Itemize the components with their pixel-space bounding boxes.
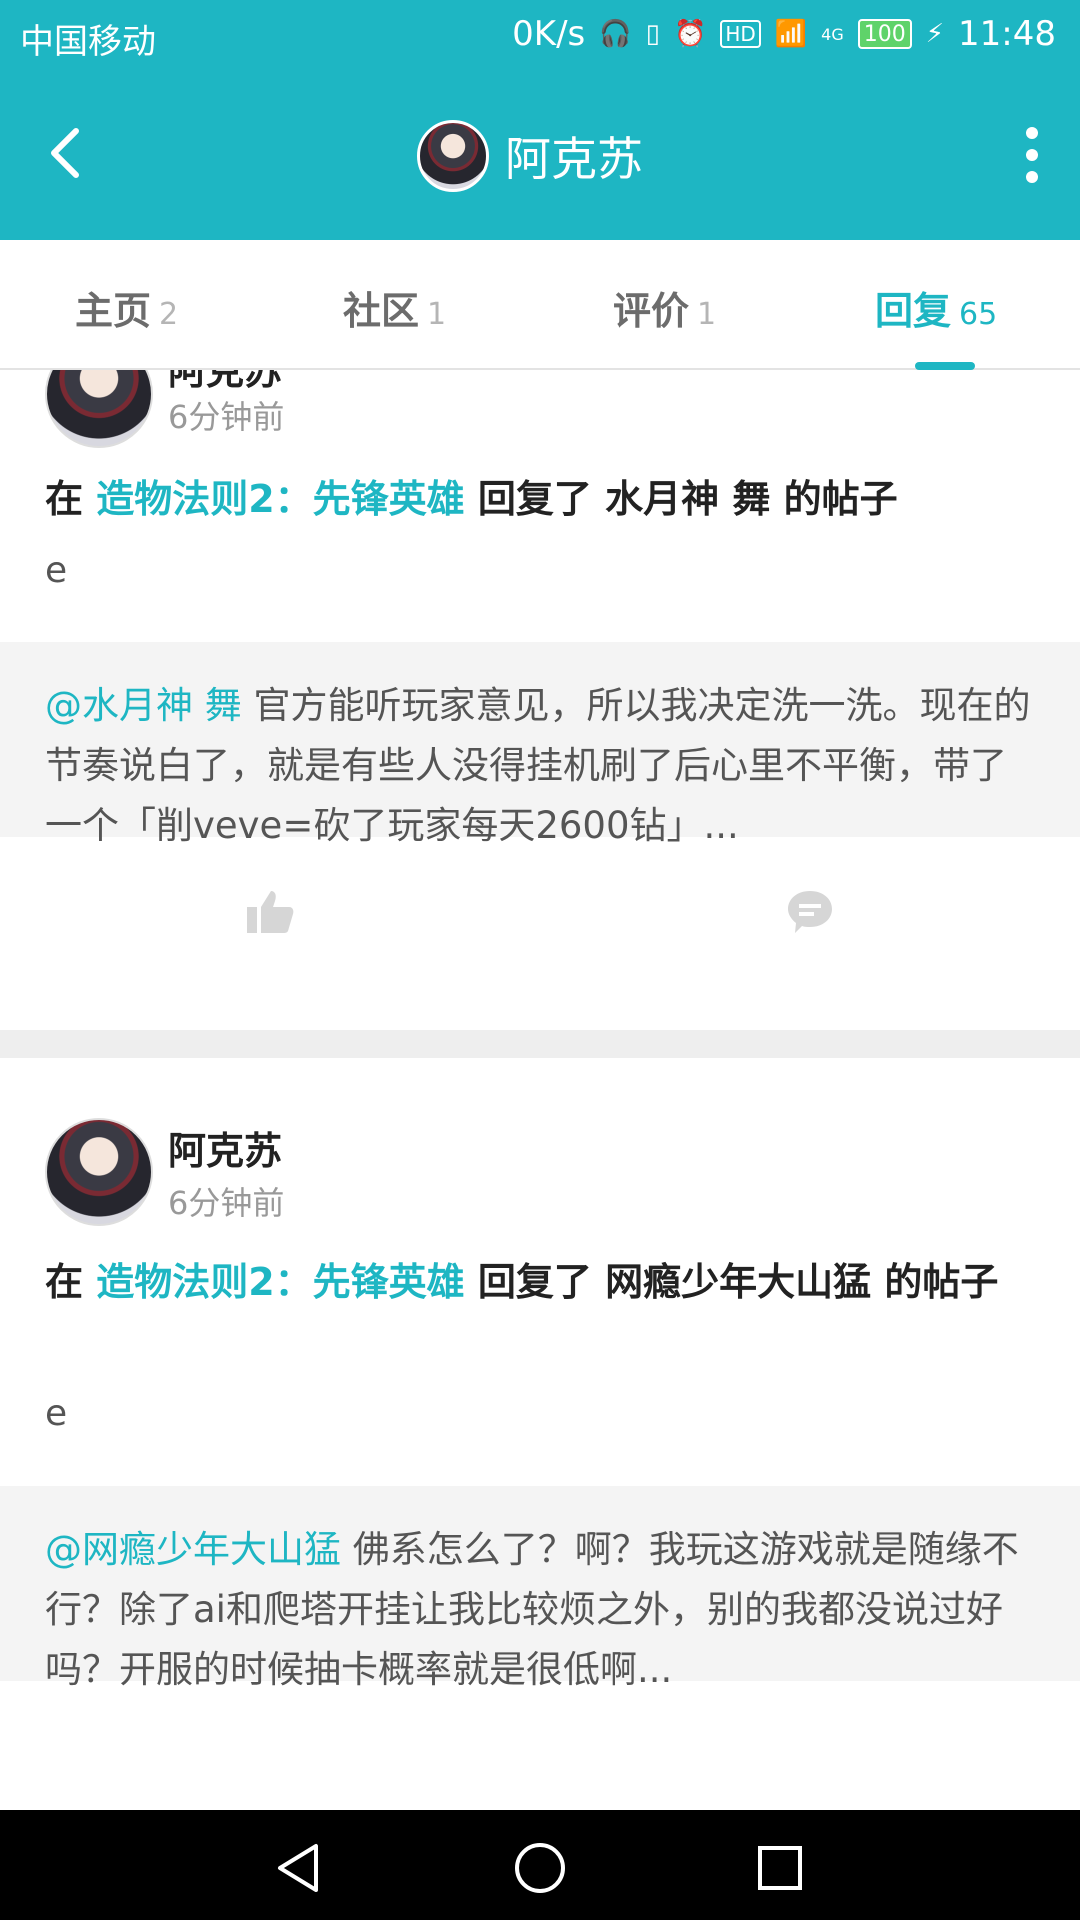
timestamp: 6分钟前 <box>168 398 285 436</box>
username[interactable]: 阿克苏 <box>168 1120 282 1175</box>
reply-feed[interactable]: 阿克苏 6分钟前 在 造物法则2：先锋英雄 回复了 水月神 舞 的帖子 e @水… <box>0 370 1080 1810</box>
reply-summary: 在 造物法则2：先锋英雄 回复了 网瘾少年大山猛 的帖子 <box>45 1253 1035 1311</box>
card-divider <box>0 1030 1080 1058</box>
summary-prefix: 在 <box>45 477 97 521</box>
nav-back-icon[interactable] <box>272 1840 328 1896</box>
mention-link[interactable]: @网瘾少年大山猛 <box>45 1528 341 1571</box>
summary-action: 回复了 网瘾少年大山猛 的帖子 <box>464 1260 999 1304</box>
more-vertical-icon[interactable] <box>1022 127 1042 183</box>
wifi-icon: 📶 <box>774 19 808 49</box>
tab-replies[interactable]: 回复 65 <box>875 280 997 335</box>
network-type: 4G <box>821 24 844 44</box>
tab-bar: 主页 2 社区 1 评价 1 回复 65 <box>0 240 1080 370</box>
status-icons: 0K/s 🎧 ▯ ⏰ HD 📶 4G 100 ⚡ 11:48 <box>512 14 1056 54</box>
quoted-post[interactable]: @水月神 舞 官方能听玩家意见，所以我决定洗一洗。现在的节奏说白了，就是有些人没… <box>0 642 1080 847</box>
reply-content: e <box>45 550 68 591</box>
game-link[interactable]: 造物法则2：先锋英雄 <box>96 1260 464 1304</box>
tab-reviews[interactable]: 评价 1 <box>613 280 716 335</box>
clock: 11:48 <box>958 14 1056 54</box>
reply-card[interactable]: 阿克苏 6分钟前 在 造物法则2：先锋英雄 回复了 水月神 舞 的帖子 e @水… <box>0 370 1080 1030</box>
nav-home-icon[interactable] <box>512 1840 568 1896</box>
avatar[interactable] <box>45 1118 153 1226</box>
nav-recents-icon[interactable] <box>752 1840 808 1896</box>
quoted-text: @水月神 舞 官方能听玩家意见，所以我决定洗一洗。现在的节奏说白了，就是有些人没… <box>45 676 1035 856</box>
profile-header[interactable]: 阿克苏 <box>417 120 643 192</box>
status-bar: 中国移动 0K/s 🎧 ▯ ⏰ HD 📶 4G 100 ⚡ 11:48 <box>0 0 1080 75</box>
game-link[interactable]: 造物法则2：先锋英雄 <box>96 477 464 521</box>
back-arrow-icon[interactable] <box>40 123 90 183</box>
comment-icon[interactable] <box>785 887 835 937</box>
summary-action: 回复了 水月神 舞 的帖子 <box>464 477 898 521</box>
quoted-post[interactable]: @网瘾少年大山猛 佛系怎么了？啊？我玩这游戏就是随缘不行？除了ai和爬塔开挂让我… <box>0 1486 1080 1691</box>
reply-card[interactable]: 阿克苏 6分钟前 在 造物法则2：先锋英雄 回复了 网瘾少年大山猛 的帖子 e … <box>0 1058 1080 1810</box>
battery-icon: 100 <box>857 19 912 49</box>
hd-icon: HD <box>720 20 761 48</box>
net-speed: 0K/s <box>512 14 586 54</box>
tab-count: 1 <box>427 297 447 332</box>
carrier-label: 中国移动 <box>20 22 156 62</box>
quoted-text: @网瘾少年大山猛 佛系怎么了？啊？我玩这游戏就是随缘不行？除了ai和爬塔开挂让我… <box>45 1520 1035 1700</box>
app-bar: 阿克苏 <box>0 75 1080 240</box>
card-actions <box>0 837 1080 987</box>
tab-label: 评价 <box>613 289 690 333</box>
avatar[interactable] <box>45 370 153 448</box>
vibrate-icon: ▯ <box>645 19 660 49</box>
headphones-icon: 🎧 <box>599 19 632 49</box>
page-title: 阿克苏 <box>505 132 643 186</box>
tab-count: 2 <box>159 297 179 332</box>
system-nav-bar <box>0 1810 1080 1920</box>
alarm-icon: ⏰ <box>673 19 707 49</box>
tab-label: 社区 <box>343 289 420 333</box>
summary-prefix: 在 <box>45 1260 97 1304</box>
tab-label: 主页 <box>75 289 152 333</box>
reply-content: e <box>45 1393 68 1434</box>
tab-count: 65 <box>959 297 998 332</box>
tab-count: 1 <box>697 297 717 332</box>
reply-summary: 在 造物法则2：先锋英雄 回复了 水月神 舞 的帖子 <box>45 470 1035 528</box>
charging-icon: ⚡ <box>925 19 945 49</box>
avatar[interactable] <box>417 120 489 192</box>
tab-community[interactable]: 社区 1 <box>343 280 446 335</box>
thumbs-up-icon[interactable] <box>245 887 295 937</box>
timestamp: 6分钟前 <box>168 1184 285 1222</box>
tab-home[interactable]: 主页 2 <box>75 280 178 335</box>
tab-indicator <box>915 362 975 370</box>
tab-label: 回复 <box>875 289 952 333</box>
mention-link[interactable]: @水月神 舞 <box>45 684 242 727</box>
